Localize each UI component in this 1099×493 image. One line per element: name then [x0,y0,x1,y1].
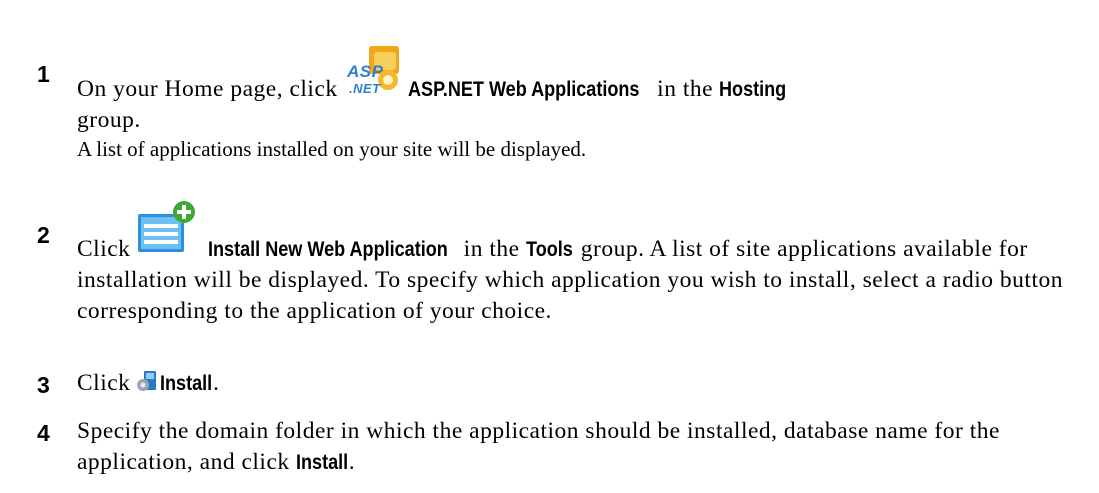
step-number: 1 [37,61,50,87]
step-text-after: . [348,449,356,475]
ui-label: ASP.NET Web Applications [407,78,640,101]
asp-top-text: ASP [346,62,384,81]
asp-bottom-text: .NET [349,81,381,96]
step-number: 3 [37,372,50,398]
ui-label: Install [160,372,213,395]
step-number: 2 [37,222,50,248]
step-text-after: . [213,370,220,396]
ui-label: Install New Web Application [208,238,449,261]
step-text: Specify the domain folder in which the a… [77,416,1077,478]
step-text-before: On your Home page, click [77,76,338,102]
step-text: Click Install New Web Application in the… [77,200,1077,327]
install-icon [136,370,158,392]
ui-label-group: Tools [525,238,573,261]
install-new-app-icon [136,200,196,256]
step-text-before: Click [77,370,131,396]
step-text: Click Install. [77,368,1077,399]
step-number: 4 [37,420,50,446]
step-text-middle: in the [463,236,520,262]
step-note: A list of applications installed on your… [77,137,587,161]
ui-label: Install [296,451,349,474]
step-text-middle: in the [657,76,714,102]
ui-label-group: Hosting [719,78,787,101]
step-text-before: Click [77,236,131,262]
aspnet-icon: ASP .NET [344,44,404,96]
step-text-before: Specify the domain folder in which the a… [77,418,1000,475]
step-text-after: group. [77,107,141,133]
step-text: On your Home page, click ASP .NET ASP.NE… [77,44,1077,136]
